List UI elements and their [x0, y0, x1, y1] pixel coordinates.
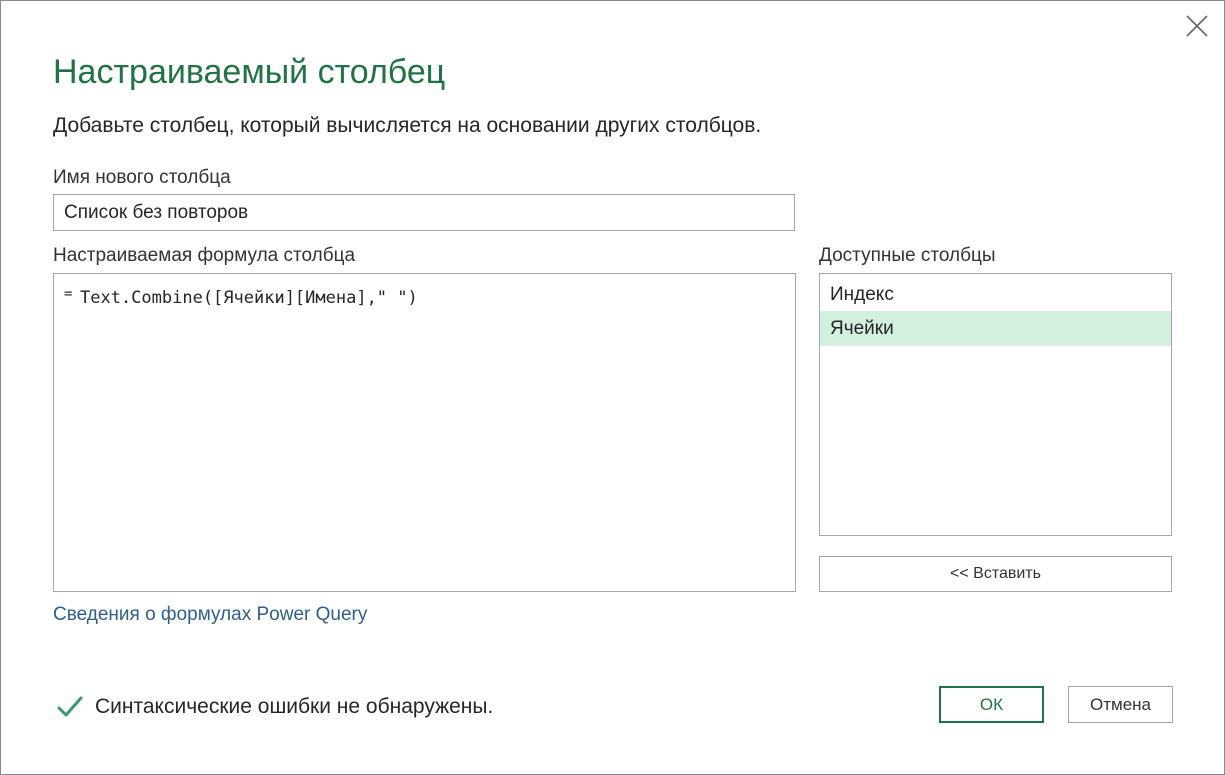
dialog-subtitle: Добавьте столбец, который вычисляется на… — [53, 114, 762, 137]
new-column-name-label: Имя нового столбца — [53, 167, 231, 188]
custom-column-dialog: Настраиваемый столбец Добавьте столбец, … — [0, 0, 1225, 775]
formula-editor[interactable]: = Text.Combine([Ячейки][Имена]," ") — [53, 273, 796, 592]
cancel-button[interactable]: Отмена — [1068, 686, 1173, 723]
formula-label: Настраиваемая формула столбца — [53, 245, 356, 266]
formula-equals-sign: = — [64, 286, 73, 302]
new-column-name-input[interactable] — [53, 194, 795, 231]
column-item-cells[interactable]: Ячейки — [820, 311, 1171, 346]
close-button[interactable] — [1183, 12, 1211, 40]
formula-text[interactable]: Text.Combine([Ячейки][Имена]," ") — [80, 288, 418, 308]
column-item-index[interactable]: Индекс — [820, 277, 1171, 312]
available-columns-list[interactable]: Индекс Ячейки — [819, 273, 1172, 536]
power-query-formulas-link[interactable]: Сведения о формулах Power Query — [53, 604, 367, 626]
close-icon — [1186, 15, 1208, 37]
available-columns-label: Доступные столбцы — [819, 245, 996, 266]
checkmark-icon — [57, 696, 83, 717]
insert-button[interactable]: << Вставить — [819, 556, 1172, 592]
dialog-title: Настраиваемый столбец — [53, 53, 446, 91]
ok-button[interactable]: ОК — [939, 686, 1044, 723]
syntax-status-text: Синтаксические ошибки не обнаружены. — [95, 695, 494, 718]
